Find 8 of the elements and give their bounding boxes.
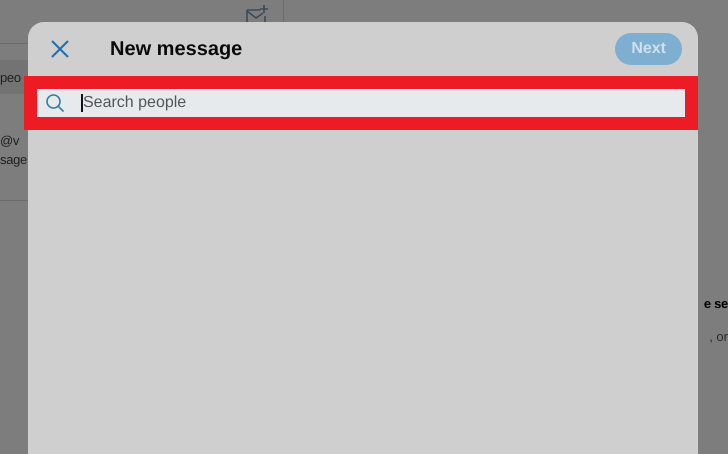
dialog-title: New message (110, 38, 244, 60)
search-people-field[interactable]: Search people (37, 89, 685, 117)
message-snippet: sage (0, 152, 28, 167)
close-icon[interactable] (50, 39, 70, 59)
search-icon (45, 93, 65, 113)
empty-state-heading: e se (704, 296, 728, 311)
empty-state-text: , or (709, 329, 728, 344)
user-handle: @v (0, 133, 20, 148)
